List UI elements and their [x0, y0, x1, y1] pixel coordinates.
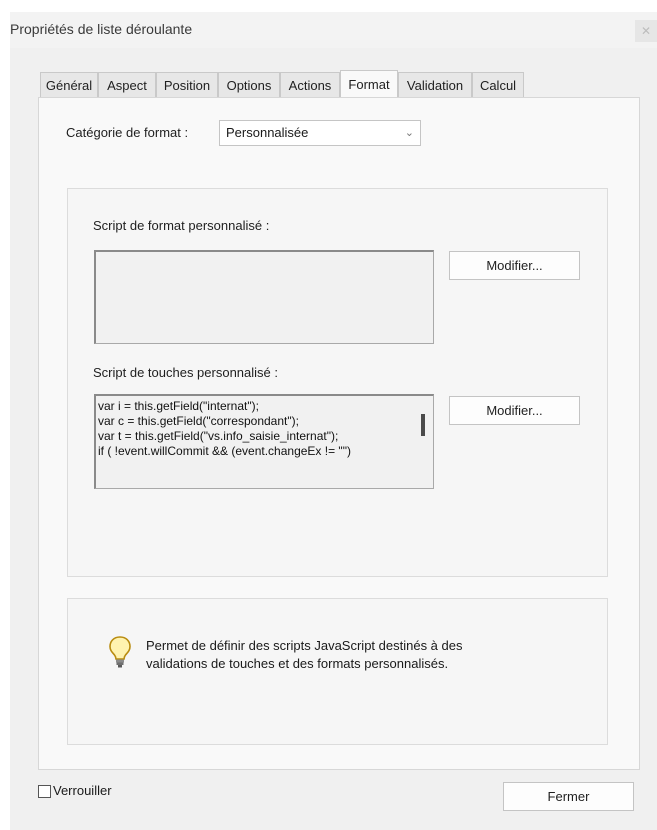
keystroke-script-modify-button[interactable]: Modifier...	[449, 396, 580, 425]
code-line: var c = this.getField("correspondant");	[98, 414, 299, 428]
lightbulb-icon	[109, 636, 131, 668]
dialog-window: Propriétés de liste déroulante ✕ Général…	[10, 12, 657, 830]
tab-aspect[interactable]: Aspect	[98, 72, 156, 97]
chevron-down-icon: ⌄	[404, 127, 414, 139]
lock-checkbox[interactable]	[38, 785, 51, 798]
tab-options[interactable]: Options	[218, 72, 280, 97]
format-script-label: Script de format personnalisé :	[93, 218, 270, 233]
info-text: Permet de définir des scripts JavaScript…	[146, 637, 586, 673]
format-category-value: Personnalisée	[226, 125, 309, 140]
tab-actions[interactable]: Actions	[280, 72, 340, 97]
close-button[interactable]: Fermer	[503, 782, 634, 811]
keystroke-script-label: Script de touches personnalisé :	[93, 365, 278, 380]
info-line-1: Permet de définir des scripts JavaScript…	[146, 638, 463, 653]
tab-format[interactable]: Format	[340, 70, 398, 97]
code-line: if ( !event.willCommit && (event.changeE…	[98, 444, 351, 458]
custom-scripts-group: Script de format personnalisé : Modifier…	[67, 188, 608, 577]
lock-label: Verrouiller	[53, 783, 112, 798]
code-line: var i = this.getField("internat");	[98, 399, 259, 413]
titlebar[interactable]: Propriétés de liste déroulante ✕	[10, 12, 657, 48]
window-title: Propriétés de liste déroulante	[10, 21, 193, 37]
code-line: var t = this.getField("vs.info_saisie_in…	[98, 429, 339, 443]
info-box: Permet de définir des scripts JavaScript…	[67, 598, 608, 745]
tab-position[interactable]: Position	[156, 72, 218, 97]
format-tab-panel: Catégorie de format : Personnalisée ⌄ Sc…	[38, 97, 640, 770]
close-icon[interactable]: ✕	[635, 20, 657, 42]
keystroke-script-box[interactable]: var i = this.getField("internat"); var c …	[94, 394, 434, 489]
tab-calcul[interactable]: Calcul	[472, 72, 524, 97]
info-line-2: validations de touches et des formats pe…	[146, 656, 449, 671]
scrollbar-thumb[interactable]	[421, 414, 425, 436]
format-category-select[interactable]: Personnalisée ⌄	[219, 120, 421, 146]
format-category-label: Catégorie de format :	[66, 125, 189, 140]
keystroke-script-code: var i = this.getField("internat"); var c …	[96, 396, 433, 462]
tab-general[interactable]: Général	[40, 72, 98, 97]
tab-validation[interactable]: Validation	[398, 72, 472, 97]
format-script-box[interactable]	[94, 250, 434, 344]
format-script-modify-button[interactable]: Modifier...	[449, 251, 580, 280]
